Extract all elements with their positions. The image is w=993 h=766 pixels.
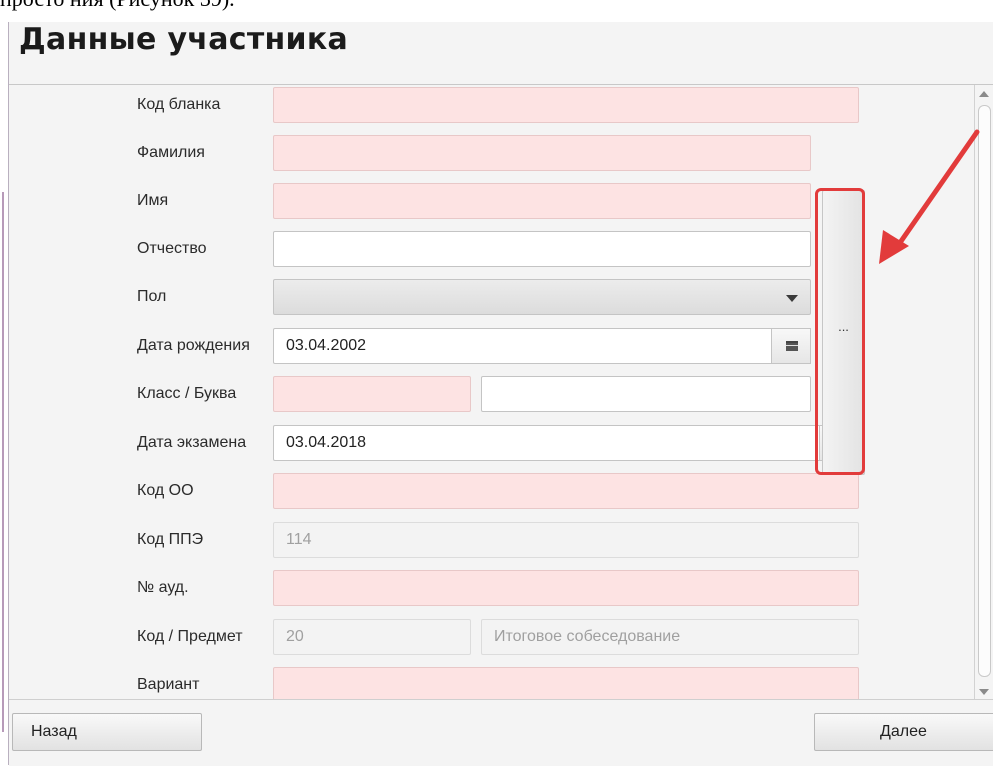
blank-code-input[interactable] <box>273 87 859 123</box>
patronymic-input[interactable] <box>273 231 811 267</box>
field-label: Код ОО <box>137 482 194 499</box>
scroll-down-arrow-icon[interactable] <box>979 689 989 695</box>
field-label: Вариант <box>137 676 200 693</box>
calendar-icon <box>786 341 798 351</box>
field-label: Имя <box>137 192 169 209</box>
field-label: Код ППЭ <box>137 531 204 548</box>
school-code-input[interactable] <box>273 473 859 509</box>
variant-input[interactable] <box>273 667 859 699</box>
next-button[interactable]: Далее <box>814 713 993 751</box>
participant-form: Код бланка Фамилия Имя Отчество Пол Дата… <box>9 85 974 699</box>
field-label: Отчество <box>137 240 207 257</box>
form-row-subject: Код / Предмет 20 Итоговое собеседование <box>9 617 974 657</box>
letter-input[interactable] <box>481 376 811 412</box>
scroll-up-arrow-icon[interactable] <box>979 91 989 97</box>
back-button[interactable]: Назад <box>12 713 202 751</box>
first-name-input[interactable] <box>273 183 811 219</box>
field-label: Фамилия <box>137 144 205 161</box>
birth-date-value: 03.04.2002 <box>286 337 367 354</box>
annotation-arrow-icon <box>879 129 980 264</box>
field-label: Код / Предмет <box>137 628 243 645</box>
field-label: Код бланка <box>137 96 221 113</box>
chevron-down-icon <box>786 295 798 302</box>
left-window-edge <box>0 22 9 765</box>
field-label: № ауд. <box>137 579 189 596</box>
form-row-ppe-code: Код ППЭ 114 <box>9 520 974 560</box>
form-row-last-name: Фамилия <box>9 133 974 173</box>
field-label: Пол <box>137 288 167 305</box>
form-row-school-code: Код ОО <box>9 471 974 511</box>
subject-name-input: Итоговое собеседование <box>481 619 859 655</box>
ppe-code-input: 114 <box>273 522 859 558</box>
page-title: Данные участника <box>19 22 349 57</box>
exam-date-value: 03.04.2018 <box>286 434 367 451</box>
exam-date-input[interactable]: 03.04.2018 <box>273 425 859 461</box>
subject-code-input: 20 <box>273 619 471 655</box>
class-input[interactable] <box>273 376 471 412</box>
last-name-input[interactable] <box>273 135 811 171</box>
form-row-auditorium: № ауд. <box>9 568 974 608</box>
birth-date-calendar-button[interactable] <box>771 328 811 364</box>
field-label: Дата экзамена <box>137 434 247 451</box>
birth-date-input[interactable]: 03.04.2002 <box>273 328 811 364</box>
document-text-fragment: просто ния (Рисунок 39). <box>0 0 235 12</box>
left-edge-strip <box>2 192 4 732</box>
form-row-variant: Вариант <box>9 665 974 699</box>
field-label: Дата рождения <box>137 337 250 354</box>
auditorium-input[interactable] <box>273 570 859 606</box>
participant-data-window: Данные участника Код бланка Фамилия Имя … <box>9 22 993 766</box>
header: Данные участника <box>9 22 993 85</box>
footer: Назад Далее <box>9 699 993 766</box>
field-label: Класс / Буква <box>137 385 237 402</box>
gender-select[interactable] <box>273 279 811 315</box>
form-row-blank-code: Код бланка <box>9 85 974 125</box>
